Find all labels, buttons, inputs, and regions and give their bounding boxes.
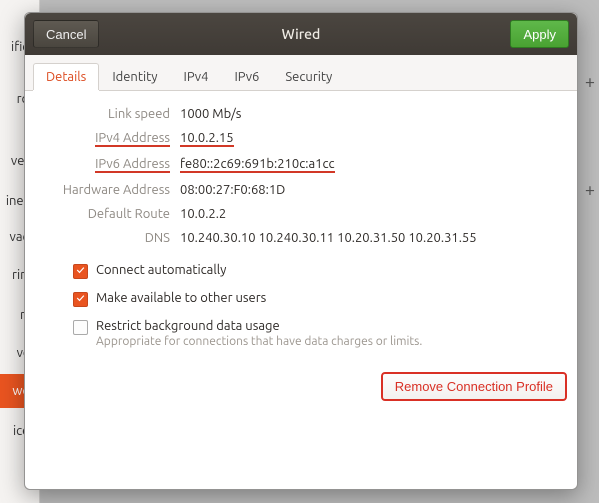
dns-value: 10.240.30.10 10.240.30.11 10.20.31.50 10… — [180, 231, 477, 245]
footer: Remove Connection Profile — [35, 372, 567, 401]
dialog-title: Wired — [25, 26, 577, 42]
restrict-bg-sublabel: Appropriate for connections that have da… — [96, 335, 422, 348]
route-row: Default Route 10.0.2.2 — [35, 207, 567, 221]
dns-label: DNS — [35, 231, 170, 245]
tab-ipv4[interactable]: IPv4 — [171, 63, 222, 90]
route-label: Default Route — [35, 207, 170, 221]
available-others-row: Make available to other users — [73, 291, 567, 307]
checkbox-group: Connect automatically Make available to … — [73, 263, 567, 348]
link-speed-value: 1000 Mb/s — [180, 107, 241, 121]
tab-details[interactable]: Details — [33, 63, 99, 90]
tab-bar: Details Identity IPv4 IPv6 Security — [25, 55, 577, 91]
link-speed-row: Link speed 1000 Mb/s — [35, 107, 567, 121]
tab-security[interactable]: Security — [272, 63, 345, 90]
cancel-button[interactable]: Cancel — [33, 20, 99, 48]
apply-button[interactable]: Apply — [510, 20, 569, 48]
ipv4-row: IPv4 Address 10.0.2.15 — [35, 131, 567, 147]
ipv6-label: IPv6 Address — [35, 157, 170, 173]
hardware-label: Hardware Address — [35, 183, 170, 197]
restrict-bg-checkbox[interactable] — [73, 320, 88, 335]
available-others-checkbox[interactable] — [73, 292, 88, 307]
remove-profile-button[interactable]: Remove Connection Profile — [381, 372, 567, 401]
link-speed-label: Link speed — [35, 107, 170, 121]
ipv6-value: fe80::2c69:691b:210c:a1cc — [180, 157, 335, 173]
network-settings-dialog: Cancel Wired Apply Details Identity IPv4… — [24, 12, 578, 490]
ipv4-value: 10.0.2.15 — [180, 131, 234, 147]
tab-identity[interactable]: Identity — [99, 63, 170, 90]
restrict-bg-row: Restrict background data usage Appropria… — [73, 319, 567, 348]
details-panel: Link speed 1000 Mb/s IPv4 Address 10.0.2… — [25, 91, 577, 489]
plus-icon: + — [585, 180, 595, 200]
ipv6-row: IPv6 Address fe80::2c69:691b:210c:a1cc — [35, 157, 567, 173]
ipv4-label: IPv4 Address — [35, 131, 170, 147]
connect-auto-row: Connect automatically — [73, 263, 567, 279]
tab-ipv6[interactable]: IPv6 — [221, 63, 272, 90]
hardware-value: 08:00:27:F0:68:1D — [180, 183, 285, 197]
connect-auto-label: Connect automatically — [96, 263, 226, 277]
dns-row: DNS 10.240.30.10 10.240.30.11 10.20.31.5… — [35, 231, 567, 245]
hardware-row: Hardware Address 08:00:27:F0:68:1D — [35, 183, 567, 197]
available-others-label: Make available to other users — [96, 291, 266, 305]
route-value: 10.0.2.2 — [180, 207, 226, 221]
titlebar: Cancel Wired Apply — [25, 13, 577, 55]
restrict-bg-label: Restrict background data usage — [96, 319, 422, 333]
plus-icon: + — [585, 72, 595, 92]
connect-auto-checkbox[interactable] — [73, 264, 88, 279]
